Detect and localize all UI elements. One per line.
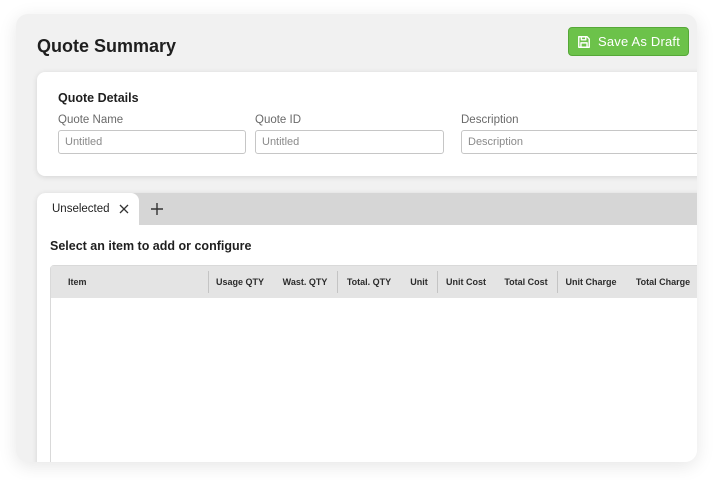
- items-panel: Unselected Select an item to add or conf…: [37, 193, 697, 462]
- column-header-total-cost[interactable]: Total Cost: [497, 266, 555, 298]
- page-title: Quote Summary: [37, 36, 177, 56]
- tab-bar: Unselected: [37, 193, 697, 225]
- plus-icon: [151, 203, 163, 215]
- add-tab-button[interactable]: [149, 201, 165, 217]
- column-header-item[interactable]: Item: [68, 266, 118, 298]
- column-divider: [437, 271, 438, 293]
- quote-name-input[interactable]: [58, 130, 246, 154]
- column-header-total-qty[interactable]: Total. QTY: [338, 266, 400, 298]
- description-label: Description: [461, 114, 519, 126]
- quote-id-input[interactable]: [255, 130, 444, 154]
- table-header: Item Usage QTY Wast. QTY Total. QTY Unit…: [51, 266, 697, 298]
- tab-unselected[interactable]: Unselected: [37, 193, 139, 225]
- select-item-prompt: Select an item to add or configure: [50, 239, 252, 253]
- save-as-draft-button[interactable]: Save As Draft: [568, 27, 689, 56]
- quote-summary-window: Quote Summary Save As Draft Quote Detail…: [16, 14, 697, 462]
- column-header-unit[interactable]: Unit: [404, 266, 434, 298]
- quote-details-card: Quote Details Quote Name Quote ID Descri…: [37, 72, 697, 176]
- column-header-unit-charge[interactable]: Unit Charge: [559, 266, 623, 298]
- save-as-draft-label: Save As Draft: [597, 34, 681, 49]
- quote-name-label: Quote Name: [58, 114, 124, 126]
- column-header-total-charge[interactable]: Total Charge: [629, 266, 697, 298]
- column-divider: [557, 271, 558, 293]
- close-icon[interactable]: [119, 204, 129, 214]
- column-header-wast-qty[interactable]: Wast. QTY: [275, 266, 335, 298]
- column-header-usage-qty[interactable]: Usage QTY: [209, 266, 271, 298]
- description-input[interactable]: [461, 130, 697, 154]
- quote-details-title: Quote Details: [58, 91, 139, 105]
- column-header-unit-cost[interactable]: Unit Cost: [439, 266, 493, 298]
- quote-id-label: Quote ID: [255, 114, 302, 126]
- floppy-disk-icon: [577, 35, 591, 49]
- tab-unselected-label: Unselected: [52, 203, 110, 215]
- items-table: Item Usage QTY Wast. QTY Total. QTY Unit…: [50, 265, 697, 462]
